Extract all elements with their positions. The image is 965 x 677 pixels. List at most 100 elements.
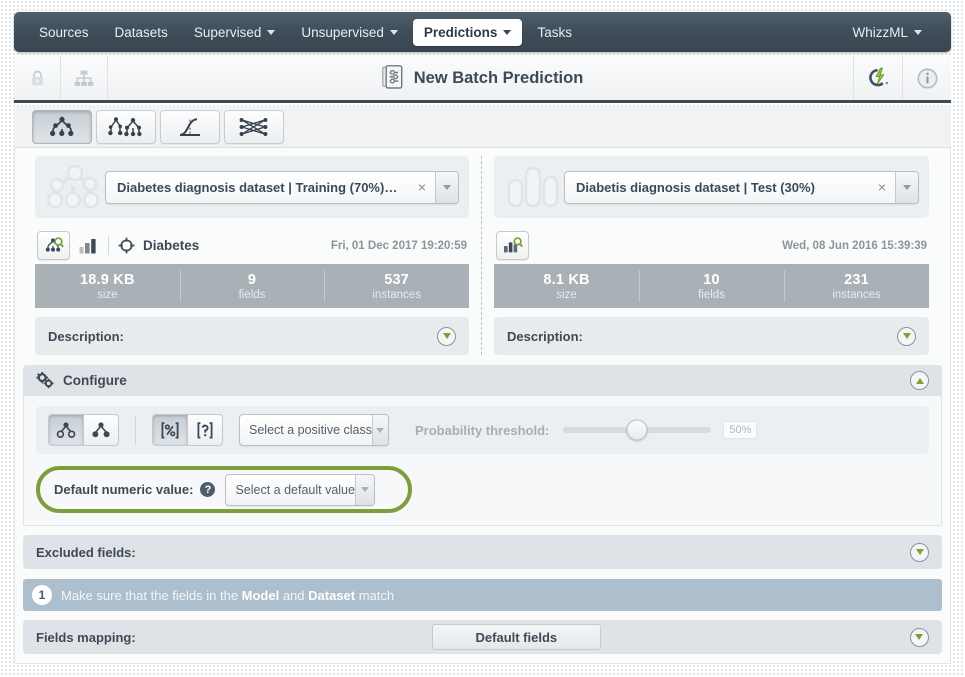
stat-fields: 9 fields [179, 264, 325, 308]
nav-item-label: WhizzML [852, 24, 908, 40]
tab-deepnet[interactable] [224, 109, 284, 144]
excluded-fields-bar[interactable]: Excluded fields: [23, 535, 942, 569]
excluded-fields-label: Excluded fields: [36, 544, 136, 560]
stat-label: fields [698, 288, 725, 301]
model-description-bar[interactable]: Description: [35, 317, 469, 355]
percent-field-icon [161, 421, 179, 438]
configure-options-row: Select a positive class Probability thre… [36, 406, 929, 454]
dataset-select[interactable]: Diabetis diagnosis dataset | Test (30%) … [564, 170, 919, 204]
model-description-label: Description: [48, 328, 124, 344]
default-numeric-value-row: Default numeric value: ? Select a defaul… [36, 466, 412, 513]
dataset-description-bar[interactable]: Description: [494, 317, 929, 355]
page-header-bar: New Batch Prediction [14, 56, 951, 103]
toggle-prediction-node-outline[interactable] [48, 414, 84, 446]
logistic-regression-icon [180, 117, 200, 136]
chevron-down-icon [389, 29, 398, 35]
privacy-lock-button[interactable] [14, 56, 61, 100]
slider-knob[interactable] [626, 419, 648, 441]
notice-bold-dataset: Dataset [308, 587, 356, 603]
chevron-up-circle-icon[interactable] [910, 371, 929, 390]
toggle-prediction-node-filled[interactable] [84, 414, 119, 446]
dataset-clear-button[interactable]: × [869, 180, 895, 194]
nav-item-label: Sources [39, 24, 89, 40]
dataset-stats-bar: 8.1 KB size 10 fields 231 instances [494, 264, 929, 308]
toggle-question-output[interactable] [188, 414, 223, 446]
whizzml-script-button[interactable] [853, 56, 902, 100]
chevron-down-icon [903, 184, 911, 190]
nav-item-tasks[interactable]: Tasks [526, 19, 583, 46]
model-select-arrow[interactable] [435, 171, 458, 203]
default-fields-button[interactable]: Default fields [431, 624, 601, 650]
stat-value: 8.1 KB [543, 271, 590, 288]
decision-tree-large-icon [45, 165, 105, 209]
target-icon [118, 237, 135, 254]
chevron-down-circle-icon[interactable] [437, 326, 456, 346]
nav-item-label: Datasets [114, 24, 168, 40]
nav-item-supervised[interactable]: Supervised [183, 19, 287, 46]
positive-class-arrow[interactable] [371, 415, 388, 445]
prediction-mode-toggle [48, 414, 119, 446]
sitemap-icon [74, 70, 94, 86]
prediction-node-outline-icon [56, 421, 76, 438]
model-clear-button[interactable]: × [409, 180, 435, 194]
model-preview-button[interactable] [37, 231, 70, 260]
chevron-down-circle-icon[interactable] [897, 326, 916, 346]
configure-body: Select a positive class Probability thre… [23, 396, 942, 526]
model-select-value: Diabetes diagnosis dataset | Training (7… [117, 179, 403, 195]
stat-size: 8.1 KB size [494, 264, 639, 308]
default-numeric-value-select[interactable]: Select a default value [225, 473, 376, 506]
tab-logistic-regression[interactable] [160, 109, 220, 144]
tab-decision-tree[interactable] [32, 109, 92, 144]
help-icon[interactable]: ? [200, 482, 216, 497]
decision-tree-icon [50, 116, 74, 136]
nav-item-predictions[interactable]: Predictions [412, 18, 523, 46]
chevron-down-icon [361, 487, 370, 492]
nav-right-group: WhizzML [841, 19, 937, 46]
fields-mapping-label: Fields mapping: [36, 629, 136, 645]
stat-label: size [556, 288, 577, 301]
nav-item-unsupervised[interactable]: Unsupervised [290, 19, 409, 46]
stat-label: instances [832, 288, 881, 301]
chevron-down-icon [267, 29, 276, 35]
toggle-percent-output[interactable] [152, 414, 188, 446]
model-select[interactable]: Diabetes diagnosis dataset | Training (7… [105, 170, 459, 204]
info-button[interactable] [902, 56, 951, 100]
content-area: Diabetes diagnosis dataset | Training (7… [14, 148, 951, 664]
tab-ensemble[interactable] [96, 109, 156, 144]
question-field-icon [197, 421, 213, 438]
notice-bold-model: Model [241, 587, 280, 603]
notice-message: Make sure that the fields in the Model a… [61, 588, 394, 603]
default-numeric-value-label: Default numeric value: [54, 482, 194, 497]
fields-mapping-bar[interactable]: Fields mapping: Default fields [23, 620, 942, 654]
chevron-down-circle-icon[interactable] [909, 627, 929, 647]
chevron-down-circle-icon[interactable] [910, 542, 929, 562]
divider [135, 416, 136, 444]
prediction-node-filled-icon [92, 421, 110, 437]
dataset-select-arrow[interactable] [895, 171, 918, 203]
histogram-icon [79, 238, 98, 254]
batch-prediction-icon [381, 65, 403, 89]
chevron-down-icon [376, 427, 385, 433]
deepnet-icon [239, 117, 268, 136]
nav-item-whizzml[interactable]: WhizzML [841, 19, 933, 46]
stat-value: 18.9 KB [80, 271, 135, 288]
divider [108, 236, 109, 255]
page-root: Sources Datasets Supervised Unsupervised… [0, 0, 965, 677]
default-numeric-value-text: Select a default value [235, 482, 355, 497]
configure-header[interactable]: Configure [23, 365, 942, 396]
probability-threshold-value: 50% [723, 421, 758, 439]
nav-item-label: Unsupervised [301, 24, 384, 40]
header-right-actions [853, 56, 951, 100]
configure-title: Configure [63, 373, 127, 388]
gears-icon [36, 372, 54, 389]
default-numeric-value-arrow[interactable] [354, 474, 375, 505]
stat-value: 9 [247, 271, 257, 288]
nav-item-sources[interactable]: Sources [28, 19, 100, 46]
dataset-preview-button[interactable] [496, 231, 529, 260]
header-left-actions [14, 56, 108, 100]
resources-tree-button[interactable] [61, 56, 108, 100]
positive-class-select[interactable]: Select a positive class [239, 414, 389, 446]
nav-item-label: Predictions [423, 24, 498, 40]
nav-item-datasets[interactable]: Datasets [104, 19, 179, 46]
probability-threshold-slider[interactable] [563, 419, 712, 441]
